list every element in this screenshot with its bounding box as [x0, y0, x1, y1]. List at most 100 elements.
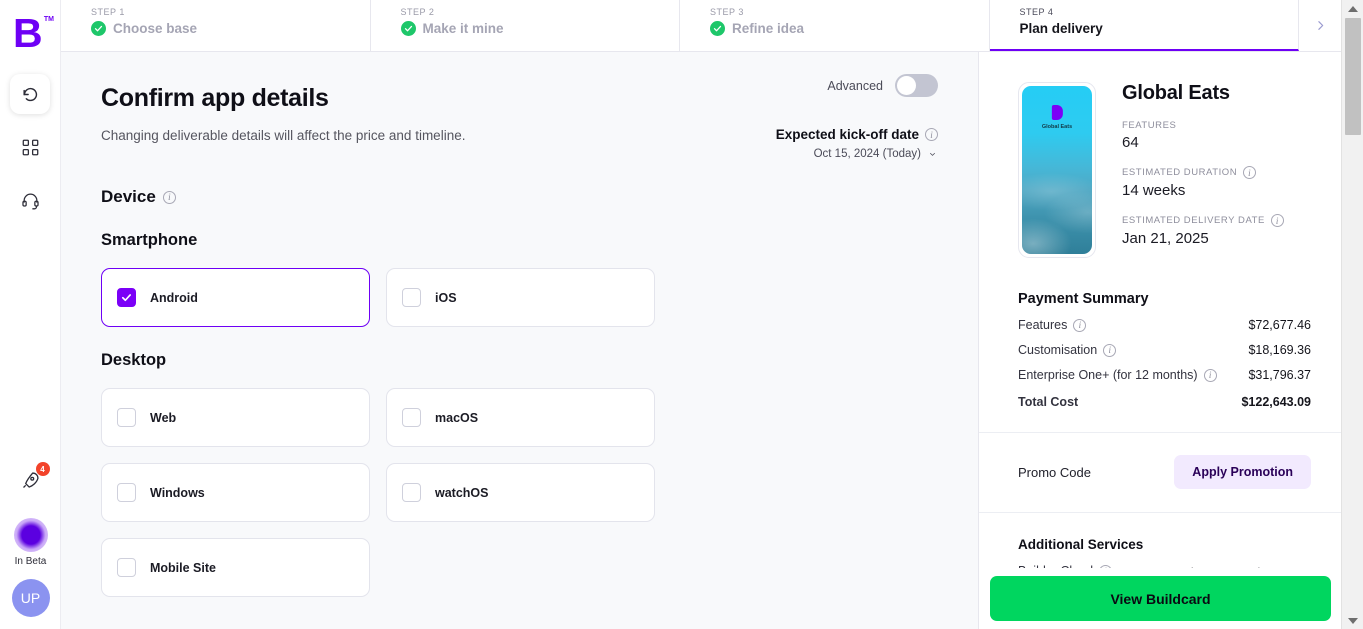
device-option-label: watchOS — [435, 485, 489, 500]
grid-apps-icon[interactable] — [10, 127, 50, 167]
duration-key-row: ESTIMATED DURATION i — [1122, 166, 1284, 179]
device-option-ios[interactable]: iOS — [386, 268, 655, 327]
device-option-windows[interactable]: Windows — [101, 463, 370, 522]
device-section-title: Device — [101, 187, 156, 206]
step-label: Refine idea — [732, 21, 805, 36]
smartphone-options: Android iOS — [101, 268, 939, 327]
desktop-group-title: Desktop — [101, 351, 167, 369]
device-section-header: Device i — [101, 187, 978, 207]
checkbox-icon — [402, 483, 421, 502]
payment-summary-title: Payment Summary — [1018, 291, 1149, 307]
rocket-badge-count: 4 — [35, 462, 50, 476]
stepper: STEP 1 Choose base STEP 2 Make it mine S… — [61, 0, 1341, 52]
check-icon — [400, 21, 416, 36]
app-icon — [1051, 105, 1063, 120]
stepper-step-4[interactable]: STEP 4 Plan delivery — [989, 0, 1299, 51]
stepper-step-1[interactable]: STEP 1 Choose base — [61, 0, 371, 51]
additional-services-title: Additional Services — [1018, 537, 1144, 552]
device-option-mobile-site[interactable]: Mobile Site — [101, 538, 370, 597]
step-number: STEP 1 — [91, 7, 125, 17]
rail-bottom-group: 4 In Beta UP — [0, 462, 61, 617]
divider — [979, 432, 1341, 433]
rocket-icon[interactable]: 4 — [15, 462, 50, 496]
chevron-down-icon — [930, 152, 935, 156]
stepper-step-3[interactable]: STEP 3 Refine idea — [680, 0, 990, 51]
device-option-label: iOS — [435, 290, 457, 305]
app-meta: Global Eats FEATURES 64 ESTIMATED DURATI… — [1122, 82, 1284, 258]
delivery-key: ESTIMATED DELIVERY DATE — [1122, 215, 1265, 226]
checkbox-icon — [117, 483, 136, 502]
duration-key: ESTIMATED DURATION — [1122, 167, 1238, 178]
beta-label: In Beta — [14, 556, 47, 567]
checkbox-checked-icon — [117, 288, 136, 307]
info-icon[interactable]: i — [925, 128, 938, 141]
desktop-options: Web macOS Windows watchOS Mobile Site — [101, 388, 939, 597]
info-icon[interactable]: i — [1103, 343, 1117, 357]
step-label: Make it mine — [422, 21, 504, 36]
info-icon[interactable]: i — [1203, 368, 1217, 382]
checkbox-icon — [402, 288, 421, 307]
payment-row-enterprise: Enterprise One+ (for 12 months) i $31,796… — [1018, 368, 1311, 382]
payment-row-value: $31,796.37 — [1248, 368, 1311, 382]
step-label: Choose base — [113, 21, 198, 36]
avatar[interactable]: UP — [11, 579, 50, 617]
delivery-value: Jan 21, 2025 — [1122, 230, 1209, 247]
trademark-mark: TM — [43, 16, 54, 23]
payment-row-label: Features — [1018, 318, 1068, 332]
checkbox-icon — [117, 408, 136, 427]
total-value: $122,643.09 — [1241, 395, 1311, 409]
payment-row-customisation: Customisation i $18,169.36 — [1018, 343, 1311, 357]
headset-support-icon[interactable] — [10, 180, 50, 220]
beta-indicator[interactable]: In Beta — [13, 518, 48, 567]
device-option-macos[interactable]: macOS — [386, 388, 655, 447]
info-icon[interactable]: i — [1270, 214, 1284, 227]
brand-logo[interactable]: B TM — [13, 13, 54, 54]
checkbox-icon — [117, 558, 136, 577]
info-icon[interactable]: i — [162, 190, 176, 204]
device-option-label: Android — [150, 290, 198, 305]
features-key: FEATURES — [1122, 120, 1177, 131]
kickoff-date-value: Oct 15, 2024 (Today) — [813, 148, 921, 160]
device-option-label: Web — [150, 410, 177, 425]
step-number: STEP 4 — [1019, 7, 1054, 17]
app-root: B TM 4 In Beta UP STEP 1 Choose base STE… — [0, 0, 1363, 629]
advanced-toggle[interactable] — [895, 74, 938, 97]
delivery-key-row: ESTIMATED DELIVERY DATE i — [1122, 214, 1284, 227]
summary-panel: Global Eats Global Eats FEATURES 64 ESTI… — [978, 52, 1341, 629]
payment-row-value: $18,169.36 — [1248, 343, 1311, 357]
undo-icon[interactable] — [10, 74, 50, 114]
advanced-toggle-row: Advanced — [827, 74, 938, 97]
duration-value: 14 weeks — [1122, 182, 1186, 199]
view-buildcard-button[interactable]: View Buildcard — [990, 576, 1331, 621]
check-icon — [710, 21, 725, 36]
step-number: STEP 3 — [710, 7, 744, 17]
brand-logo-letter: B — [13, 10, 43, 56]
scroll-up-arrow-icon[interactable] — [1342, 0, 1363, 17]
left-rail: B TM 4 In Beta UP — [0, 0, 61, 629]
device-option-label: macOS — [435, 410, 479, 425]
payment-row-label: Customisation — [1018, 343, 1098, 357]
payment-row-label: Enterprise One+ (for 12 months) — [1018, 368, 1198, 382]
payment-row-value: $72,677.46 — [1248, 318, 1311, 332]
stepper-step-2[interactable]: STEP 2 Make it mine — [371, 0, 680, 51]
divider — [979, 512, 1341, 513]
app-preview-thumbnail: Global Eats — [1018, 82, 1096, 258]
app-name: Global Eats — [1122, 82, 1230, 104]
device-option-watchos[interactable]: watchOS — [386, 463, 655, 522]
apply-promotion-button[interactable]: Apply Promotion — [1174, 455, 1311, 489]
device-option-android[interactable]: Android — [101, 268, 370, 327]
advanced-label: Advanced — [827, 78, 883, 93]
toggle-knob — [897, 76, 916, 95]
kickoff-label: Expected kick-off date — [775, 127, 919, 142]
info-icon[interactable]: i — [1243, 166, 1257, 179]
device-option-web[interactable]: Web — [101, 388, 370, 447]
device-option-label: Windows — [150, 485, 205, 500]
preview-app-name: Global Eats — [1041, 124, 1073, 130]
chevron-right-icon[interactable] — [1299, 0, 1341, 51]
scrollbar-thumb[interactable] — [1345, 18, 1361, 135]
page-scrollbar[interactable] — [1341, 0, 1363, 629]
kickoff-date-select[interactable]: Oct 15, 2024 (Today) — [776, 148, 938, 160]
info-icon[interactable]: i — [1073, 318, 1087, 332]
step-number: STEP 2 — [400, 7, 435, 17]
scroll-down-arrow-icon[interactable] — [1342, 612, 1363, 629]
